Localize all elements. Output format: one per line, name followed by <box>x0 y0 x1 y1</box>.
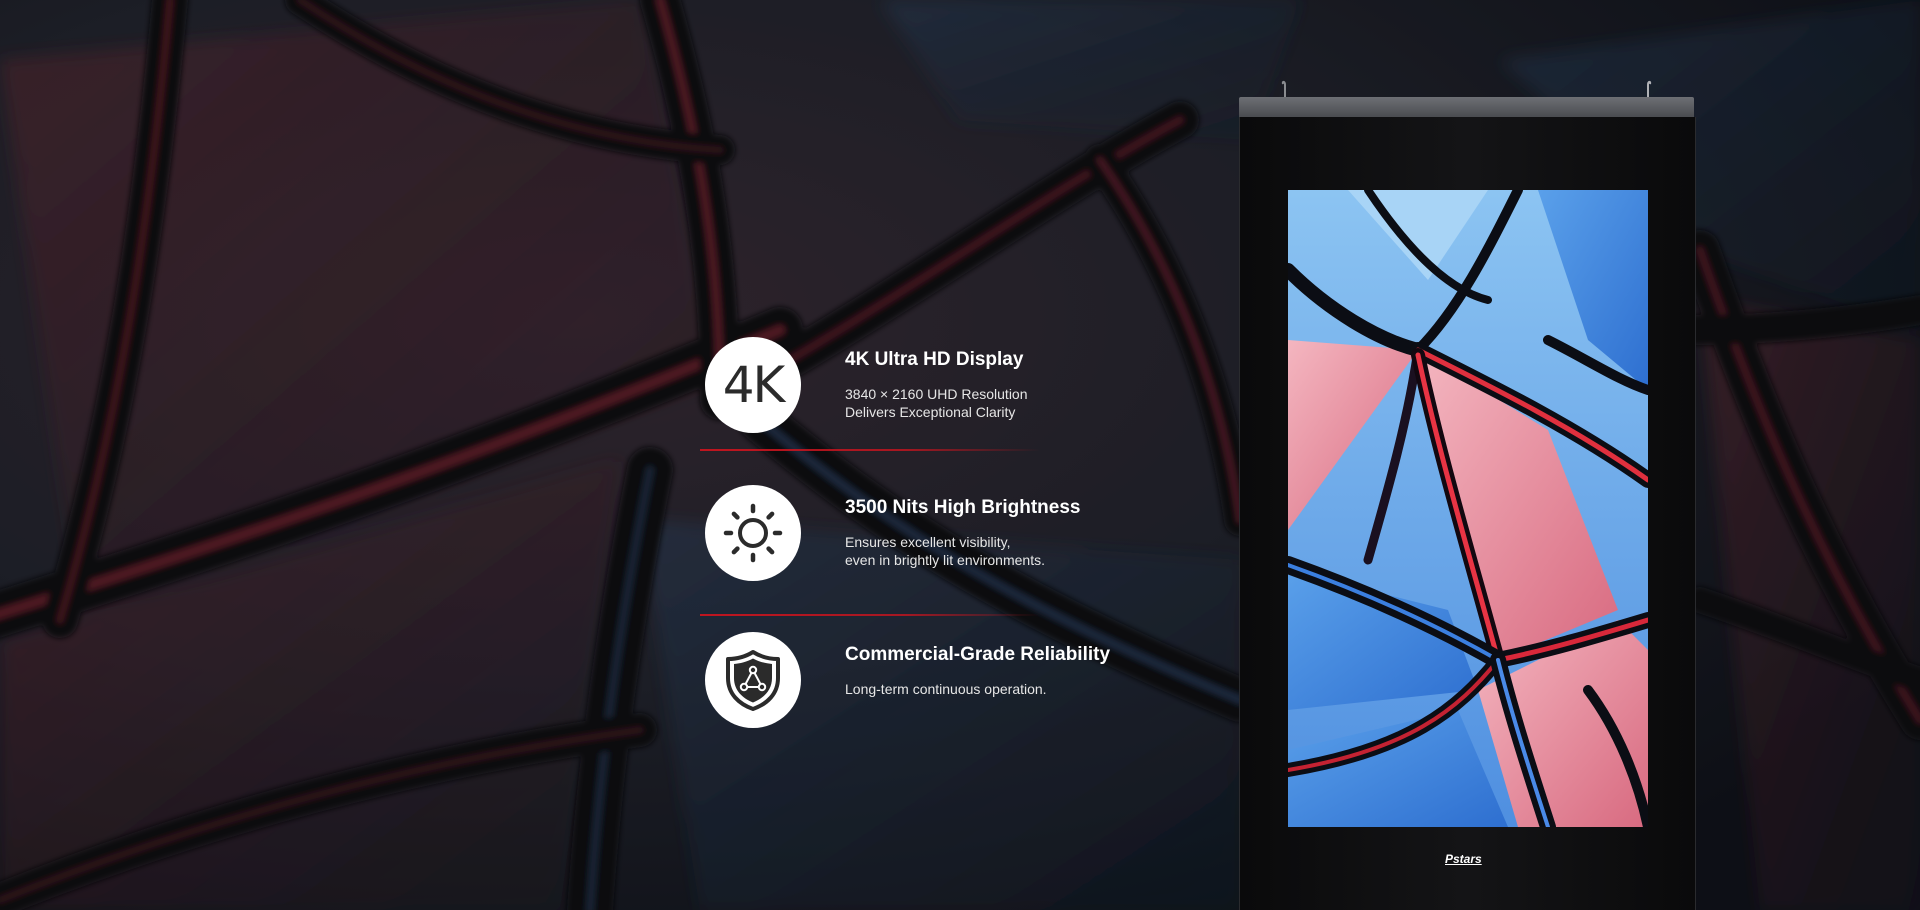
feature-desc-line: Ensures excellent visibility, <box>845 534 1011 550</box>
feature-divider <box>700 449 1040 451</box>
mounting-hook-right <box>1644 79 1652 97</box>
feature-description: Ensures excellent visibility, even in br… <box>845 533 1045 569</box>
feature-desc-line: 3840 × 2160 UHD Resolution <box>845 386 1028 402</box>
feature-reliability: Commercial-Grade Reliability Long-term c… <box>700 630 1160 730</box>
hero-section: 4K 4K Ultra HD Display 3840 × 2160 UHD R… <box>0 0 1920 910</box>
4k-icon-label: 4K <box>722 356 786 414</box>
feature-desc-line: Long-term continuous operation. <box>845 681 1047 697</box>
feature-divider <box>700 614 1040 616</box>
feature-description: 3840 × 2160 UHD Resolution Delivers Exce… <box>845 385 1028 421</box>
kiosk-housing: Pstars <box>1239 117 1696 910</box>
feature-desc-line: even in brightly lit environments. <box>845 552 1045 568</box>
shield-icon-graphic <box>726 650 780 711</box>
kiosk-display: Pstars <box>1239 80 1696 910</box>
kiosk-top-cap <box>1239 97 1694 117</box>
feature-description: Long-term continuous operation. <box>845 680 1047 698</box>
feature-desc-line: Delivers Exceptional Clarity <box>845 404 1016 420</box>
brand-logo: Pstars <box>1445 852 1482 866</box>
feature-title: Commercial-Grade Reliability <box>845 644 1111 665</box>
4k-icon: 4K <box>705 337 801 433</box>
shield-network-icon <box>705 632 801 728</box>
feature-4k-display: 4K 4K Ultra HD Display 3840 × 2160 UHD R… <box>700 335 1160 435</box>
sun-brightness-icon <box>705 485 801 581</box>
feature-title: 3500 Nits High Brightness <box>845 497 1081 518</box>
feature-brightness: 3500 Nits High Brightness Ensures excell… <box>700 483 1160 583</box>
kiosk-screen <box>1288 190 1648 827</box>
feature-title: 4K Ultra HD Display <box>845 349 1024 370</box>
sun-icon-graphic <box>723 503 783 563</box>
mounting-hook-left <box>1281 79 1289 97</box>
screen-artwork <box>1288 190 1648 827</box>
